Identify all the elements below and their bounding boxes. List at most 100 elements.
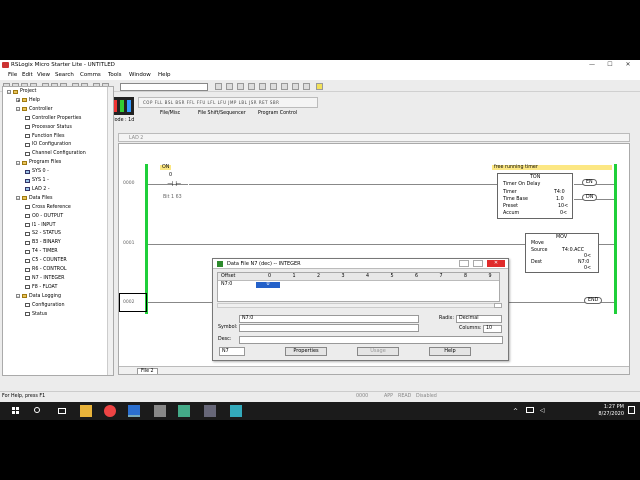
expand-toggle-icon[interactable]: - <box>7 89 11 94</box>
menu-edit[interactable]: Edit <box>22 72 33 78</box>
tree-item[interactable]: Processor Status <box>25 125 72 130</box>
menu-search[interactable]: Search <box>55 72 74 78</box>
address-field[interactable]: N7:0 <box>239 315 419 323</box>
app-task-icon[interactable] <box>154 405 166 417</box>
menu-comms[interactable]: Comms <box>80 72 101 78</box>
tab-file-shift-sequencer[interactable]: File Shift/Sequencer <box>198 111 246 116</box>
dialog-minimize-icon[interactable] <box>459 260 469 267</box>
title-bar[interactable]: RSLogix Micro Starter Lite - UNTITLED — … <box>0 60 640 70</box>
file-explorer-icon[interactable] <box>80 405 92 417</box>
app-task-icon-4[interactable] <box>230 405 242 417</box>
tree-item[interactable]: B3 - BINARY <box>25 240 61 245</box>
help-button[interactable]: Help <box>429 347 471 356</box>
grid-scroll-right-icon[interactable] <box>494 303 502 308</box>
tree-item[interactable]: LAD 2 - <box>25 187 50 192</box>
start-icon[interactable] <box>10 405 22 417</box>
grid-scrollbar[interactable] <box>217 303 500 308</box>
dialog-maximize-icon[interactable] <box>473 260 483 267</box>
dn-output[interactable]: DN <box>582 194 598 201</box>
tree-item[interactable]: Status <box>25 312 47 317</box>
app-task-icon-3[interactable] <box>204 405 216 417</box>
expand-toggle-icon[interactable]: - <box>16 196 20 201</box>
selected-cell[interactable]: 0 <box>256 282 280 288</box>
ladder-header[interactable]: LAD 2 <box>118 133 630 142</box>
tree-item[interactable]: + Help <box>16 98 40 103</box>
zoom-out-icon[interactable] <box>281 83 288 90</box>
tree-item[interactable]: S2 - STATUS <box>25 231 61 236</box>
symbol-field[interactable] <box>239 324 419 332</box>
menu-tools[interactable]: Tools <box>108 72 122 78</box>
search-icon[interactable] <box>32 405 44 417</box>
dialog-title-bar[interactable]: Data File N7 (dec) -- INTEGER ✕ <box>213 259 508 269</box>
examine-contact-icon[interactable]: ⊣ ⊢ <box>167 180 181 188</box>
data-grid[interactable]: Offset 0 1 2 3 4 5 6 7 8 9 N7:0 0 <box>217 272 500 302</box>
tree-item[interactable]: Channel Configuration <box>25 151 86 156</box>
radix-select[interactable]: Decimal <box>456 315 502 323</box>
mov-instruction[interactable]: MOV Move Source T4:0.ACC 0< Dest N7:0 0< <box>525 233 599 273</box>
dialog-close-icon[interactable]: ✕ <box>487 260 505 267</box>
tree-item[interactable]: T4 - TIMER <box>25 249 58 254</box>
expand-toggle-icon[interactable]: - <box>16 160 20 165</box>
tree-item[interactable]: Cross Reference <box>25 205 71 210</box>
tree-item[interactable]: - Program Files <box>16 160 61 165</box>
tree-item[interactable]: F8 - FLOAT <box>25 285 57 290</box>
window-icon[interactable] <box>303 83 310 90</box>
tree-item[interactable]: R6 - CONTROL <box>25 267 67 272</box>
menu-help[interactable]: Help <box>158 72 171 78</box>
report-icon[interactable] <box>292 83 299 90</box>
task-view-icon[interactable] <box>56 405 68 417</box>
tree-item[interactable]: - Controller <box>16 107 53 112</box>
tray-chevron-icon[interactable]: ^ <box>513 408 518 415</box>
tree-item[interactable]: SYS 1 - <box>25 178 49 183</box>
menu-view[interactable]: View <box>37 72 50 78</box>
help-icon[interactable] <box>316 83 323 90</box>
ladder-scrollbar[interactable]: File 2 <box>119 366 629 374</box>
tree-item[interactable]: C5 - COUNTER <box>25 258 67 263</box>
app-task-icon-2[interactable] <box>178 405 190 417</box>
stop-icon[interactable] <box>226 83 233 90</box>
maximize-icon[interactable]: ☐ <box>602 61 618 69</box>
minimize-icon[interactable]: — <box>584 61 600 69</box>
tree-item[interactable]: - Project <box>7 89 36 94</box>
volume-icon[interactable]: ◁ <box>540 407 545 414</box>
tree-item[interactable]: Configuration <box>25 303 65 308</box>
find-icon[interactable] <box>215 83 222 90</box>
tree-item[interactable]: SYS 0 - <box>25 169 49 174</box>
expand-toggle-icon[interactable]: - <box>16 294 20 299</box>
tab-file-misc[interactable]: File/Misc <box>160 111 180 116</box>
en-output[interactable]: EN <box>582 179 597 186</box>
tree-item[interactable]: N7 - INTEGER <box>25 276 64 281</box>
history-icon[interactable] <box>259 83 266 90</box>
tree-scrollbar[interactable] <box>107 87 113 375</box>
close-icon[interactable]: ✕ <box>620 61 636 69</box>
tree-item[interactable]: O0 - OUTPUT <box>25 214 63 219</box>
search-combo[interactable] <box>120 83 208 91</box>
usage-button[interactable]: Usage <box>357 347 399 356</box>
tree-item[interactable]: - Data Logging <box>16 294 61 299</box>
chrome-icon[interactable] <box>104 405 116 417</box>
notifications-icon[interactable] <box>628 406 635 414</box>
expand-toggle-icon[interactable]: + <box>16 98 20 103</box>
tree-item[interactable]: Function Files <box>25 134 64 139</box>
desc-field[interactable] <box>239 336 503 344</box>
zoom-in-icon[interactable] <box>270 83 277 90</box>
file-tab[interactable]: File 2 <box>137 368 158 374</box>
program-icon[interactable] <box>248 83 255 90</box>
expand-toggle-icon[interactable]: - <box>16 107 20 112</box>
tree-item[interactable]: IO Configuration <box>25 142 71 147</box>
columns-select[interactable]: 10 <box>483 325 502 333</box>
run-icon[interactable] <box>237 83 244 90</box>
ton-instruction[interactable]: TON Timer On Delay Timer T4:0 Time Base … <box>497 173 573 219</box>
menu-file[interactable]: File <box>8 72 17 78</box>
properties-button[interactable]: Properties <box>285 347 327 356</box>
tree-item[interactable]: I1 - INPUT <box>25 223 56 228</box>
tree-item[interactable]: Controller Properties <box>25 116 81 121</box>
network-icon[interactable] <box>526 407 534 413</box>
clock-time[interactable]: 1:27 PM <box>590 404 624 410</box>
rslogix-task-icon[interactable] <box>128 405 140 417</box>
tree-item[interactable]: - Data Files <box>16 196 53 201</box>
file-select[interactable]: N7 <box>219 347 245 356</box>
clock-date[interactable]: 8/27/2020 <box>590 411 624 417</box>
tab-program-control[interactable]: Program Control <box>258 111 297 116</box>
menu-window[interactable]: Window <box>129 72 151 78</box>
